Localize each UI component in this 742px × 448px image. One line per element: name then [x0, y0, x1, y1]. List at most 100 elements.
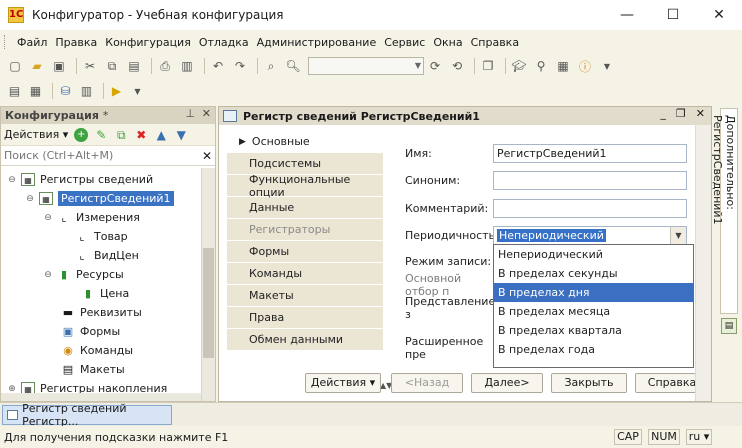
- move-down-icon[interactable]: ▼: [174, 128, 188, 142]
- edit-icon[interactable]: ✎: [94, 128, 108, 142]
- save-icon[interactable]: ▣: [50, 57, 68, 75]
- taskbar-window-tab[interactable]: Регистр сведений Регистр...: [2, 402, 172, 428]
- copy-item-icon[interactable]: ⧉: [114, 128, 128, 142]
- menu-debug[interactable]: Отладка: [195, 36, 253, 49]
- print-icon[interactable]: ⎙: [156, 57, 174, 75]
- editor-vertical-scrollbar[interactable]: [695, 125, 711, 401]
- back-button[interactable]: <Назад: [391, 373, 463, 393]
- actions-menu-button[interactable]: Действия ▾: [4, 128, 68, 141]
- minimize-button[interactable]: —: [604, 0, 650, 30]
- tree-node[interactable]: ⊖ ⌞ Измерения: [43, 208, 140, 227]
- pin-icon[interactable]: ⊥: [185, 107, 195, 120]
- next-button[interactable]: Далее>: [471, 373, 543, 393]
- close-editor-button[interactable]: Закрыть: [551, 373, 627, 393]
- chevron-down-icon[interactable]: ▼: [670, 226, 686, 244]
- close-button[interactable]: ✕: [696, 0, 742, 30]
- help-search-icon[interactable]: ⚲: [532, 57, 550, 75]
- menu-edit[interactable]: Правка: [51, 36, 101, 49]
- tab-data-exchange[interactable]: Обмен данными: [227, 329, 383, 351]
- tree-node[interactable]: ▣ Формы: [61, 322, 120, 341]
- menu-help[interactable]: Справка: [467, 36, 523, 49]
- database-icon[interactable]: ⛁: [57, 82, 74, 100]
- wizard-icon[interactable]: 🎓︎: [510, 57, 528, 75]
- tree-node[interactable]: ⊖ ▦ РегистрСведений1: [25, 189, 174, 208]
- undo-icon[interactable]: ↶: [209, 57, 227, 75]
- copy-icon[interactable]: ⧉: [103, 57, 121, 75]
- tree-node[interactable]: ▮ Цена: [81, 284, 129, 303]
- collapse-icon[interactable]: ⊖: [7, 175, 17, 185]
- synonym-field[interactable]: [493, 170, 687, 190]
- menu-windows[interactable]: Окна: [429, 36, 466, 49]
- tab-commands[interactable]: Команды: [227, 263, 383, 285]
- language-indicator[interactable]: ru ▾: [686, 429, 712, 445]
- tree-node[interactable]: ▤ Макеты: [61, 360, 125, 379]
- periodicity-select[interactable]: Непериодический ▼: [493, 225, 687, 245]
- tree-node[interactable]: ⌞ ВидЦен: [75, 246, 138, 265]
- tree-node[interactable]: ◉ Команды: [61, 341, 133, 360]
- cut-icon[interactable]: ✂: [81, 57, 99, 75]
- expand-icon[interactable]: ⊕: [7, 384, 17, 394]
- menu-administration[interactable]: Администрирование: [253, 36, 381, 49]
- tab-registrars[interactable]: Регистраторы: [227, 219, 383, 241]
- info-icon[interactable]: ⓘ: [576, 57, 594, 75]
- tree-horizontal-scrollbar[interactable]: [1, 393, 201, 401]
- tree-vertical-scrollbar[interactable]: [201, 168, 215, 401]
- windows-icon[interactable]: ❐: [479, 57, 497, 75]
- tab-data[interactable]: Данные: [227, 197, 383, 219]
- restore-icon[interactable]: ❐: [676, 107, 686, 120]
- run-debug-icon[interactable]: ▶: [108, 82, 125, 100]
- collapse-icon[interactable]: ⊖: [25, 194, 35, 204]
- tab-templates[interactable]: Макеты: [227, 285, 383, 307]
- tree-node[interactable]: ▬ Реквизиты: [61, 303, 142, 322]
- periodicity-option[interactable]: Непериодический: [494, 245, 693, 264]
- tree-node[interactable]: ⌞ Товар: [75, 227, 127, 246]
- find-previous-icon[interactable]: ⟲: [448, 57, 466, 75]
- collapse-icon[interactable]: ⊖: [43, 213, 53, 223]
- name-field[interactable]: РегистрСведений1: [493, 143, 687, 163]
- tab-rights[interactable]: Права: [227, 307, 383, 329]
- actions-button[interactable]: Действия ▾: [305, 373, 381, 393]
- chevron-down-icon[interactable]: ▼: [129, 82, 146, 100]
- tab-forms[interactable]: Формы: [227, 241, 383, 263]
- collapse-icon[interactable]: ⊖: [43, 270, 53, 280]
- help-index-icon[interactable]: ▦: [554, 57, 572, 75]
- close-icon[interactable]: ✕: [202, 107, 211, 120]
- maximize-button[interactable]: ☐: [650, 0, 696, 30]
- search-icon[interactable]: 🔍︎: [284, 57, 302, 75]
- periodicity-option[interactable]: В пределах квартала: [494, 321, 693, 340]
- find-next-icon[interactable]: ⟳: [426, 57, 444, 75]
- paste-icon[interactable]: ▤: [125, 57, 143, 75]
- menu-configuration[interactable]: Конфигурация: [101, 36, 195, 49]
- tab-functional-options[interactable]: Функциональные опции: [227, 173, 383, 199]
- config-tree-icon[interactable]: ▦: [27, 82, 44, 100]
- additional-properties-tab[interactable]: Дополнительно: РегистрСведений1: [711, 108, 738, 314]
- properties-icon[interactable]: ▤: [721, 318, 737, 334]
- print-preview-icon[interactable]: ▥: [178, 57, 196, 75]
- tree-node[interactable]: ⊖ ▦ Регистры сведений: [7, 170, 153, 189]
- periodicity-option[interactable]: В пределах месяца: [494, 302, 693, 321]
- move-up-icon[interactable]: ▲: [154, 128, 168, 142]
- periodicity-option[interactable]: В пределах секунды: [494, 264, 693, 283]
- tree-node[interactable]: ⊖ ▮ Ресурсы: [43, 265, 123, 284]
- menu-service[interactable]: Сервис: [380, 36, 429, 49]
- periodicity-option-highlighted[interactable]: В пределах дня: [494, 283, 693, 302]
- tree-search-input[interactable]: [1, 146, 199, 165]
- new-document-icon[interactable]: ▢: [6, 57, 24, 75]
- open-folder-icon[interactable]: ▰: [28, 57, 46, 75]
- tab-main[interactable]: ▶ Основные: [227, 131, 383, 153]
- list-icon[interactable]: ▤: [6, 82, 23, 100]
- chevron-down-icon[interactable]: ▼: [415, 58, 421, 74]
- add-icon[interactable]: +: [74, 127, 89, 142]
- redo-icon[interactable]: ↷: [231, 57, 249, 75]
- chevron-down-icon[interactable]: ▼: [598, 57, 616, 75]
- toolbar-search-input[interactable]: ▼: [308, 57, 424, 75]
- compare-icon[interactable]: ▥: [78, 82, 95, 100]
- menu-file[interactable]: Файл: [13, 36, 51, 49]
- find-in-files-icon[interactable]: ⌕: [262, 57, 280, 75]
- delete-icon[interactable]: ✖: [134, 128, 148, 142]
- comment-field[interactable]: [493, 198, 687, 218]
- minimize-icon[interactable]: _: [660, 107, 666, 120]
- periodicity-option[interactable]: В пределах года: [494, 340, 693, 359]
- clear-search-icon[interactable]: ✕: [199, 149, 215, 163]
- close-icon[interactable]: ✕: [696, 107, 705, 120]
